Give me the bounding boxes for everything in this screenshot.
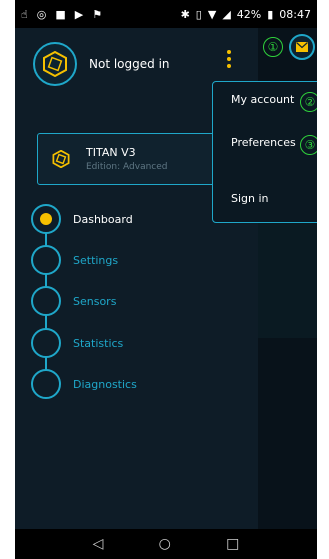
notification-flag-icon: ⚑ [92, 7, 103, 21]
mail-icon [296, 42, 308, 52]
nav-item-statistics[interactable]: Statistics [31, 328, 123, 358]
battery-percent: 42% [236, 7, 262, 21]
device-edition: Edition: Advanced [86, 162, 168, 172]
signal-icon: ◢ [222, 7, 231, 21]
recents-icon[interactable]: □ [226, 536, 239, 552]
menu-item-sign-in[interactable]: Sign in [231, 192, 269, 205]
wifi-icon: ▼ [207, 7, 217, 21]
nav-dot-icon [31, 328, 61, 358]
nav-item-diagnostics[interactable]: Diagnostics [31, 369, 137, 399]
status-bar: ☝ ◎ ■ ▶ ⚑ ✱ ▯ ▼ ◢ 42% ▮ 08:47 [15, 0, 317, 28]
notification-play-icon: ▶ [74, 7, 84, 21]
nav-item-sensors[interactable]: Sensors [31, 286, 116, 316]
annotation-marker-3: ③ [300, 135, 317, 155]
mail-button[interactable] [289, 34, 315, 60]
nav-label: Dashboard [73, 212, 133, 226]
nav-dot-icon [31, 369, 61, 399]
user-header[interactable]: Not logged in [33, 42, 170, 86]
menu-item-my-account[interactable]: My account [231, 93, 294, 106]
login-status: Not logged in [89, 57, 170, 71]
vibrate-icon: ▯ [195, 7, 202, 21]
notification-app-icon: ◎ [36, 7, 47, 21]
menu-item-preferences[interactable]: Preferences [231, 136, 296, 149]
menu-item-label: Sign in [231, 192, 269, 205]
device-name: TITAN V3 [86, 146, 136, 159]
chip-logo-icon [43, 51, 67, 77]
annotation-marker-1: ① [263, 37, 283, 57]
nav-label: Statistics [73, 336, 124, 350]
nav-label: Settings [73, 253, 119, 267]
notification-hand-icon: ☝ [21, 7, 28, 21]
bluetooth-icon: ✱ [180, 7, 190, 21]
battery-icon: ▮ [267, 7, 274, 21]
notification-image-icon: ■ [55, 7, 66, 21]
kebab-dot [227, 50, 231, 54]
menu-item-label: Preferences [231, 136, 296, 149]
phone-screen: ☝ ◎ ■ ▶ ⚑ ✱ ▯ ▼ ◢ 42% ▮ 08:47 Not logged… [15, 0, 317, 559]
nav-label: Sensors [73, 294, 117, 308]
device-chip-icon [52, 150, 70, 168]
device-card[interactable]: TITAN V3 Edition: Advanced [37, 133, 237, 185]
system-nav-bar: ◁ ○ □ [15, 529, 317, 559]
nav-label: Diagnostics [73, 377, 137, 391]
avatar[interactable] [33, 42, 77, 86]
overflow-popup-menu: My account ② Preferences ③ Sign in [212, 81, 317, 223]
overflow-menu-button[interactable] [225, 50, 233, 72]
clock: 08:47 [279, 7, 311, 21]
annotation-marker-2: ② [300, 92, 317, 112]
back-icon[interactable]: ◁ [93, 536, 104, 552]
nav-dot-icon [31, 245, 61, 275]
nav-item-settings[interactable]: Settings [31, 245, 118, 275]
menu-item-label: My account [231, 93, 295, 106]
home-icon[interactable]: ○ [159, 536, 171, 552]
kebab-dot [227, 57, 231, 61]
nav-item-dashboard[interactable]: Dashboard [31, 204, 133, 234]
kebab-dot [227, 64, 231, 68]
nav-dot-icon [31, 286, 61, 316]
nav-dot-active-icon [31, 204, 61, 234]
